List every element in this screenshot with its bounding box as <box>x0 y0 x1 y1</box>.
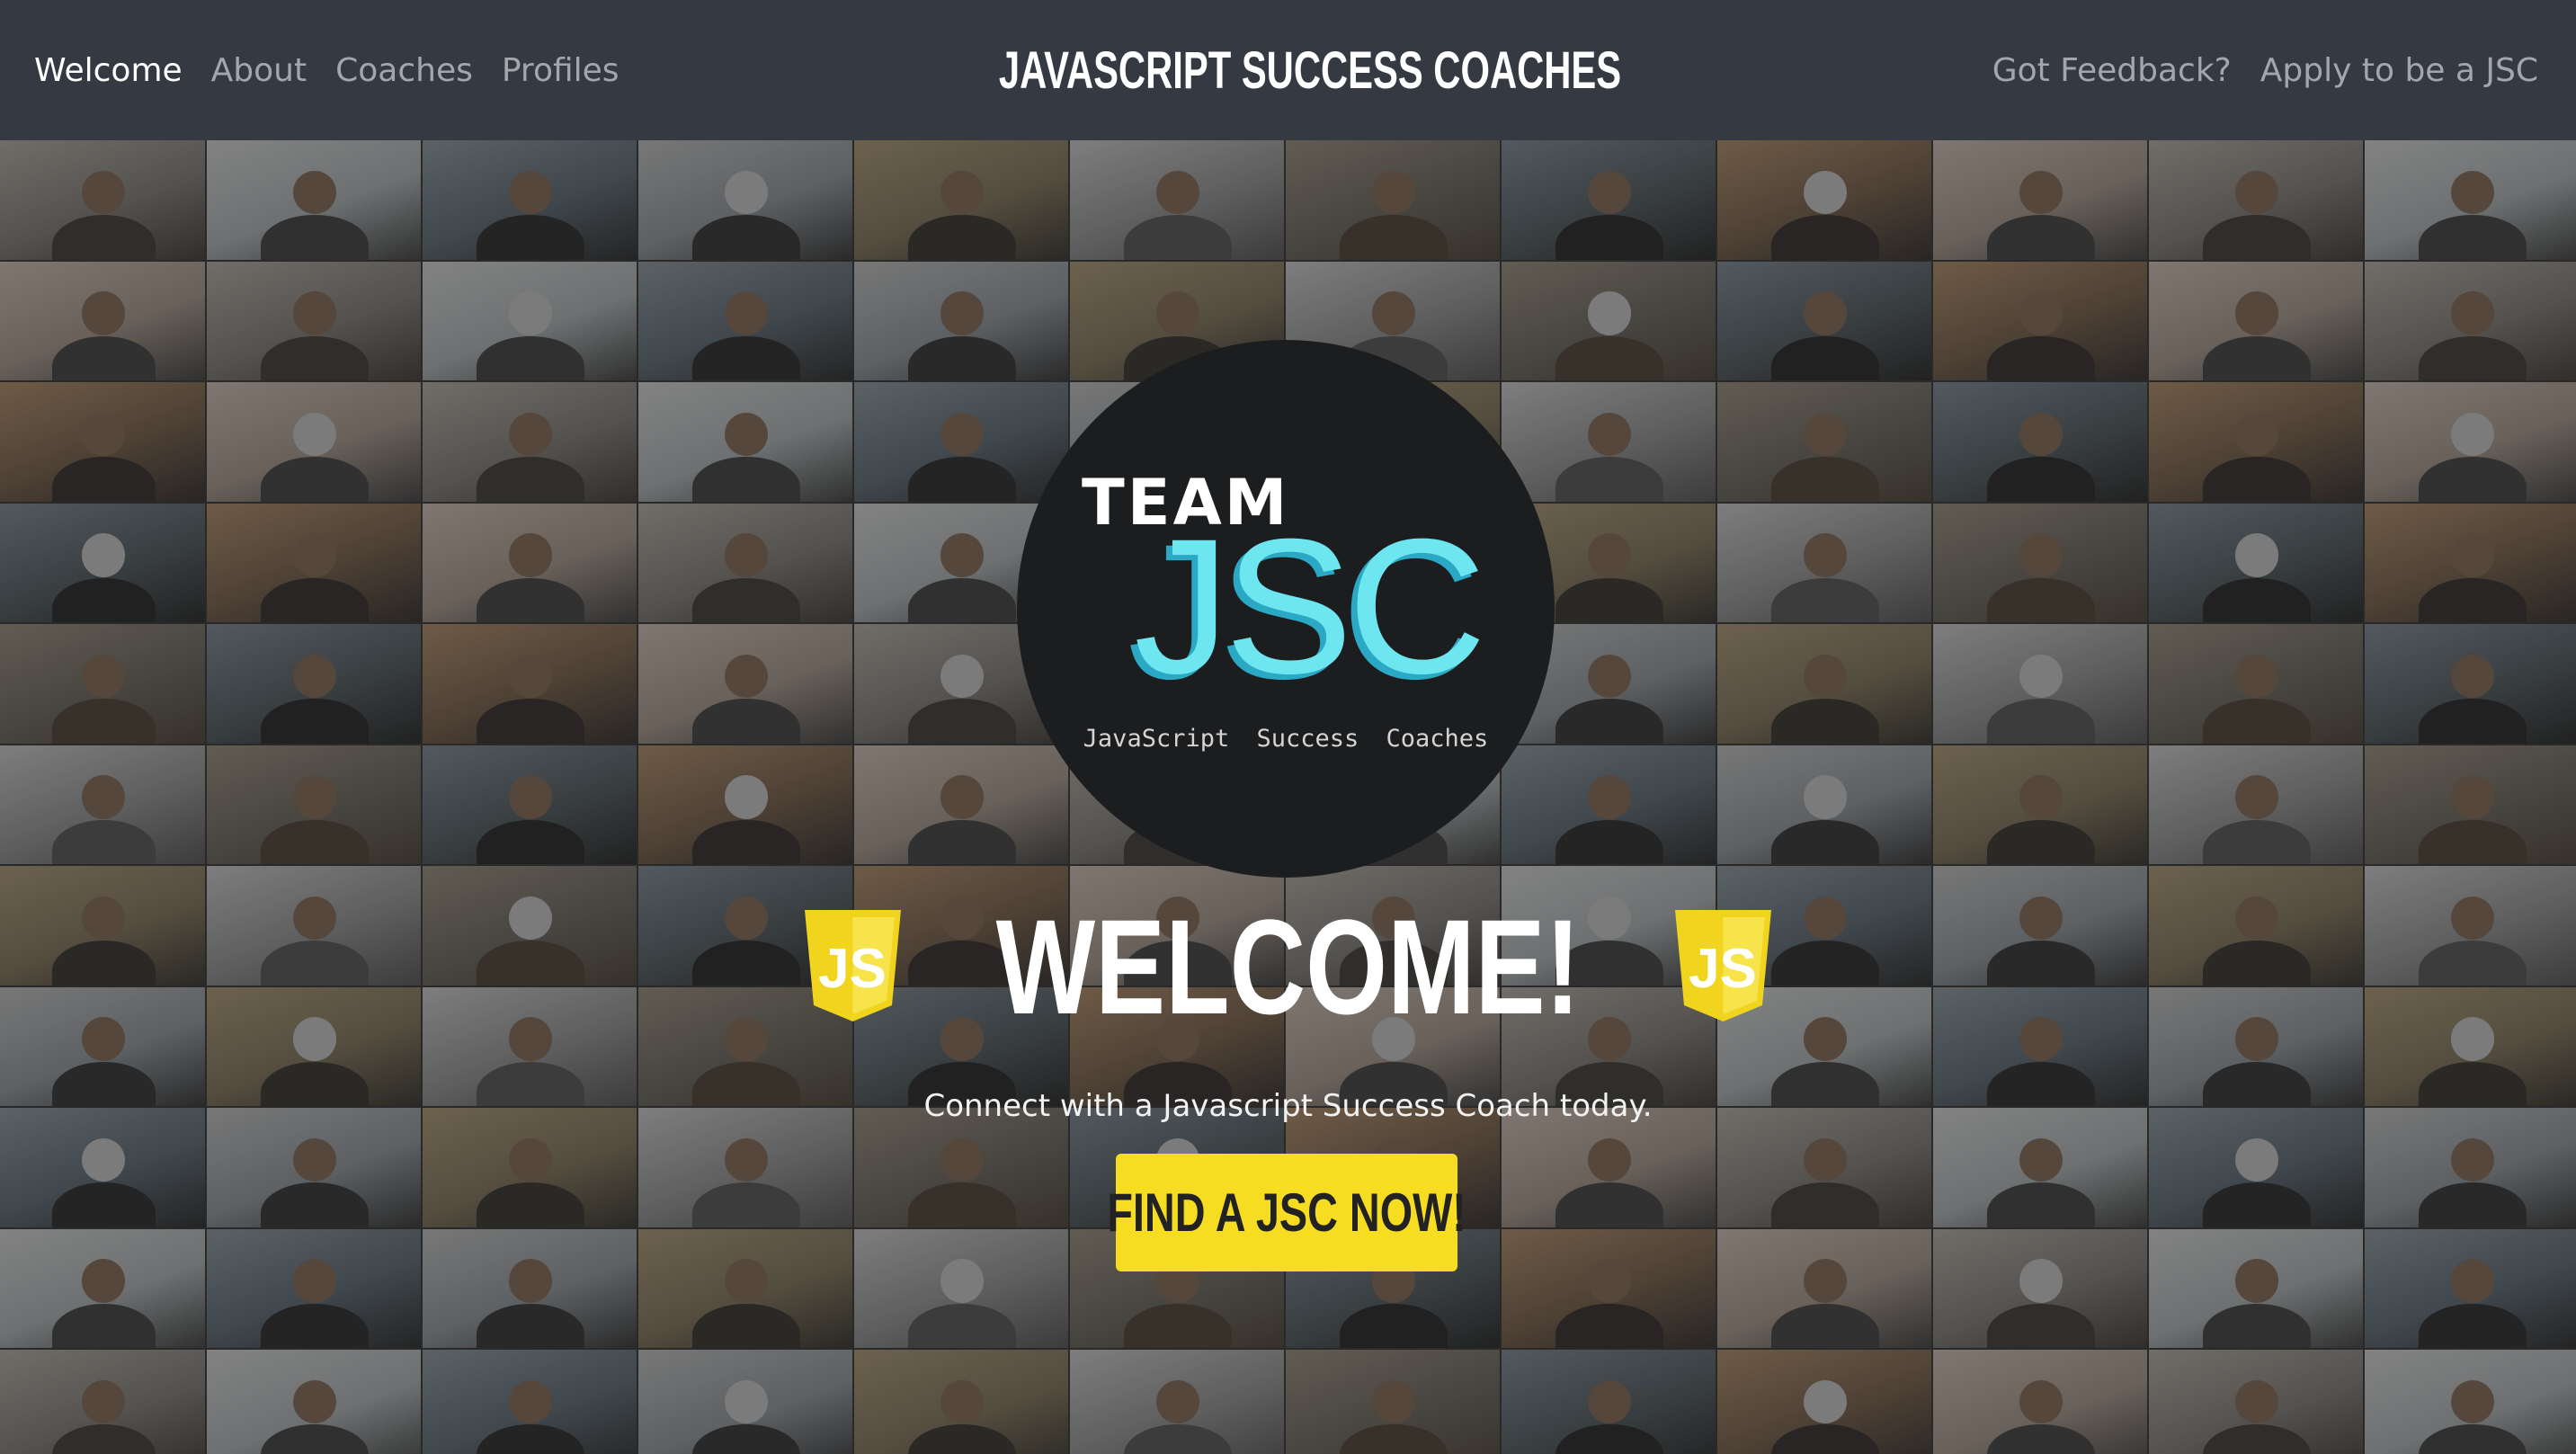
nav-link-about[interactable]: About <box>211 52 307 89</box>
javascript-logo-icon: JS <box>804 910 901 1021</box>
nav-link-welcome[interactable]: Welcome <box>34 52 183 89</box>
nav-right-group: Got Feedback? Apply to be a JSC <box>1964 0 2538 140</box>
nav-left-group: Welcome About Coaches Profiles <box>34 0 648 140</box>
welcome-heading-row: JS WELCOME! JS <box>0 899 2576 1034</box>
logo-jsc-text: JSC <box>1134 499 1486 714</box>
javascript-logo-icon: JS <box>1675 910 1772 1021</box>
nav-link-coaches[interactable]: Coaches <box>335 52 473 89</box>
hero-tagline: Connect with a Javascript Success Coach … <box>923 1088 1653 1124</box>
top-navbar: Welcome About Coaches Profiles JAVASCRIP… <box>0 0 2576 140</box>
find-jsc-button[interactable]: FIND A JSC NOW! <box>1107 1154 1466 1271</box>
js-shield-text: JS <box>818 938 887 1000</box>
brand-title[interactable]: JAVASCRIPT SUCCESS COACHES <box>999 0 1621 140</box>
logo-subtitle: JavaScript Success Coaches <box>1083 725 1489 753</box>
find-jsc-button-label: FIND A JSC NOW! <box>1107 1182 1466 1243</box>
team-jsc-logo: TEAM JSC JavaScript Success Coaches <box>1017 340 1555 878</box>
welcome-heading: WELCOME! <box>995 891 1581 1042</box>
nav-link-feedback[interactable]: Got Feedback? <box>1992 52 2232 89</box>
nav-link-apply[interactable]: Apply to be a JSC <box>2260 52 2538 89</box>
js-shield-text: JS <box>1689 938 1757 1000</box>
nav-link-profiles[interactable]: Profiles <box>502 52 619 89</box>
